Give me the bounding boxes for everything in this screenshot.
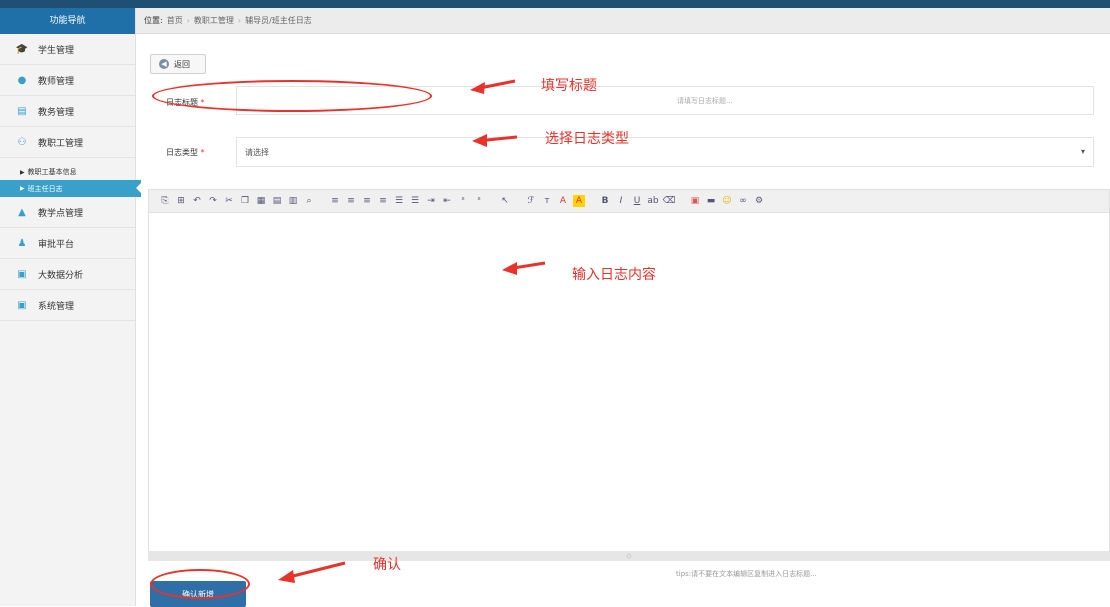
annotation-select-type: 选择日志类型 [545, 131, 629, 147]
back-button-label: 返回 [174, 59, 190, 69]
sidebar-item-system[interactable]: ▣ 系统管理 [0, 290, 135, 321]
editor-tip: tips:请不要在文本编辑区复制进入日志标题... [676, 570, 817, 578]
select-icon[interactable]: ↖ [499, 195, 511, 207]
breadcrumb-current: 辅导员/班主任日志 [245, 16, 312, 25]
annotation-confirm: 确认 [373, 557, 401, 573]
breadcrumb-separator: › [237, 16, 242, 25]
emoticon-icon[interactable]: ☺ [721, 195, 733, 207]
sidebar-item-label: 审批平台 [38, 239, 75, 250]
redo-icon[interactable]: ↷ [207, 195, 219, 207]
cut-icon[interactable]: ✂ [223, 195, 235, 207]
copy-icon[interactable]: ❐ [239, 195, 251, 207]
outdent-icon[interactable]: ⇤ [441, 195, 453, 207]
type-label: 日志类型 * [166, 147, 205, 158]
align-center-icon[interactable]: ≡ [345, 195, 357, 207]
chevron-down-icon: ▾ [1080, 147, 1085, 156]
breadcrumb-separator: › [186, 16, 190, 25]
subscript-icon[interactable]: ˣ [457, 195, 469, 207]
sidebar-subitem-label: 教职工基本信息 [27, 168, 77, 176]
title-placeholder: 请填写日志标题... [677, 97, 733, 105]
sidebar-item-students[interactable]: 🎓 学生管理 [0, 34, 135, 65]
bold-icon[interactable]: B [599, 195, 611, 207]
breadcrumb-prefix: 位置: [144, 16, 163, 25]
annotation-fill-title: 填写标题 [541, 78, 597, 94]
breadcrumb-staff[interactable]: 教职工管理 [194, 15, 234, 26]
font-family-icon[interactable]: ℱ [525, 195, 537, 207]
editor-toolbar: ⎘ ⊞ ↶ ↷ ✂ ❐ ▦ ▤ ▥ ⌕ ≡ ≡ ≡ ≡ ☰ ☰ ⇥ ⇤ ˣ ˣ … [148, 189, 1110, 213]
sidebar-item-label: 学生管理 [38, 45, 75, 56]
caret-right-icon: ▶ [20, 168, 25, 176]
font-color-icon[interactable]: A [557, 195, 569, 207]
sidebar-item-label: 教职工管理 [38, 138, 84, 149]
sidebar-subitem-class-log[interactable]: ▶ 班主任日志 [0, 180, 142, 197]
undo-icon[interactable]: ↶ [191, 195, 203, 207]
unordered-list-icon[interactable]: ☰ [409, 195, 421, 207]
sidebar-item-teachers[interactable]: ● 教师管理 [0, 65, 135, 96]
person-icon: ♟ [17, 237, 27, 249]
link-icon[interactable]: ∞ [737, 195, 749, 207]
ordered-list-icon[interactable]: ☰ [393, 195, 405, 207]
align-justify-icon[interactable]: ≡ [377, 195, 389, 207]
paste-word-icon[interactable]: ▥ [287, 195, 299, 207]
editor-resize-handle[interactable]: ◇ [148, 551, 1110, 561]
sidebar-item-bigdata[interactable]: ▣ 大数据分析 [0, 259, 135, 290]
font-size-icon[interactable]: ᴛ [541, 195, 553, 207]
type-label-text: 日志类型 [166, 148, 198, 157]
sidebar-item-approval[interactable]: ♟ 审批平台 [0, 228, 135, 259]
highlight-icon[interactable]: A [573, 195, 585, 207]
back-icon: ◀ [159, 59, 169, 69]
type-select[interactable]: 请选择 ▾ [236, 137, 1094, 167]
indent-icon[interactable]: ⇥ [425, 195, 437, 207]
type-select-value: 请选择 [245, 147, 269, 157]
sidebar-item-label: 教师管理 [38, 76, 75, 87]
sidebar-header: 功能导航 [0, 8, 135, 34]
remove-format-icon[interactable]: ⌫ [663, 195, 676, 207]
caret-right-icon: ▶ [20, 185, 25, 192]
back-button[interactable]: ◀ 返回 [150, 54, 206, 74]
strikethrough-icon[interactable]: ab [647, 195, 659, 207]
about-icon[interactable]: ⚙ [753, 195, 765, 207]
sidebar-item-label: 教学点管理 [38, 208, 84, 219]
fullscreen-icon[interactable]: ⊞ [175, 195, 187, 207]
required-mark: * [200, 148, 205, 157]
annotation-ring-confirm [150, 569, 250, 599]
paste-icon[interactable]: ▦ [255, 195, 267, 207]
italic-icon[interactable]: I [615, 195, 627, 207]
monitor-icon: ▣ [17, 268, 27, 280]
find-icon[interactable]: ⌕ [303, 195, 315, 207]
breadcrumb-home[interactable]: 首页 [167, 15, 183, 26]
underline-icon[interactable]: U [631, 195, 643, 207]
horizontal-rule-icon[interactable]: ▬ [705, 195, 717, 207]
breadcrumb: 位置: 首页 › 教职工管理 › 辅导员/班主任日志 [136, 8, 1110, 34]
annotation-ring-title [152, 80, 432, 112]
sidebar: 功能导航 🎓 学生管理 ● 教师管理 ▤ 教务管理 ⚇ 教职工管理 ▶ 教职工基… [0, 8, 142, 606]
person-icon: ● [17, 74, 27, 86]
sidebar-item-label: 大数据分析 [38, 270, 84, 281]
paste-text-icon[interactable]: ▤ [271, 195, 283, 207]
sidebar-subitem-staff-info[interactable]: ▶ 教职工基本信息 [0, 164, 135, 180]
sidebar-item-label: 教务管理 [38, 107, 75, 118]
annotation-enter-content: 输入日志内容 [572, 267, 656, 283]
superscript-icon[interactable]: ˣ [473, 195, 485, 207]
sidebar-item-staff[interactable]: ⚇ 教职工管理 [0, 127, 135, 158]
source-icon[interactable]: ⎘ [159, 195, 171, 207]
align-left-icon[interactable]: ≡ [329, 195, 341, 207]
monitor-icon: ▣ [17, 299, 27, 311]
sidebar-item-label: 系统管理 [38, 301, 75, 312]
image-icon[interactable]: ▣ [689, 195, 701, 207]
building-icon: ▲ [18, 206, 26, 218]
align-right-icon[interactable]: ≡ [361, 195, 373, 207]
top-bar [0, 0, 1110, 8]
sidebar-subitem-label: 班主任日志 [27, 184, 63, 193]
sidebar-item-teaching-points[interactable]: ▲ 教学点管理 [0, 197, 135, 228]
people-icon: ⚇ [17, 136, 27, 148]
graduation-cap-icon: 🎓 [15, 43, 29, 55]
sidebar-item-academic[interactable]: ▤ 教务管理 [0, 96, 135, 127]
printer-icon: ▤ [17, 105, 27, 117]
